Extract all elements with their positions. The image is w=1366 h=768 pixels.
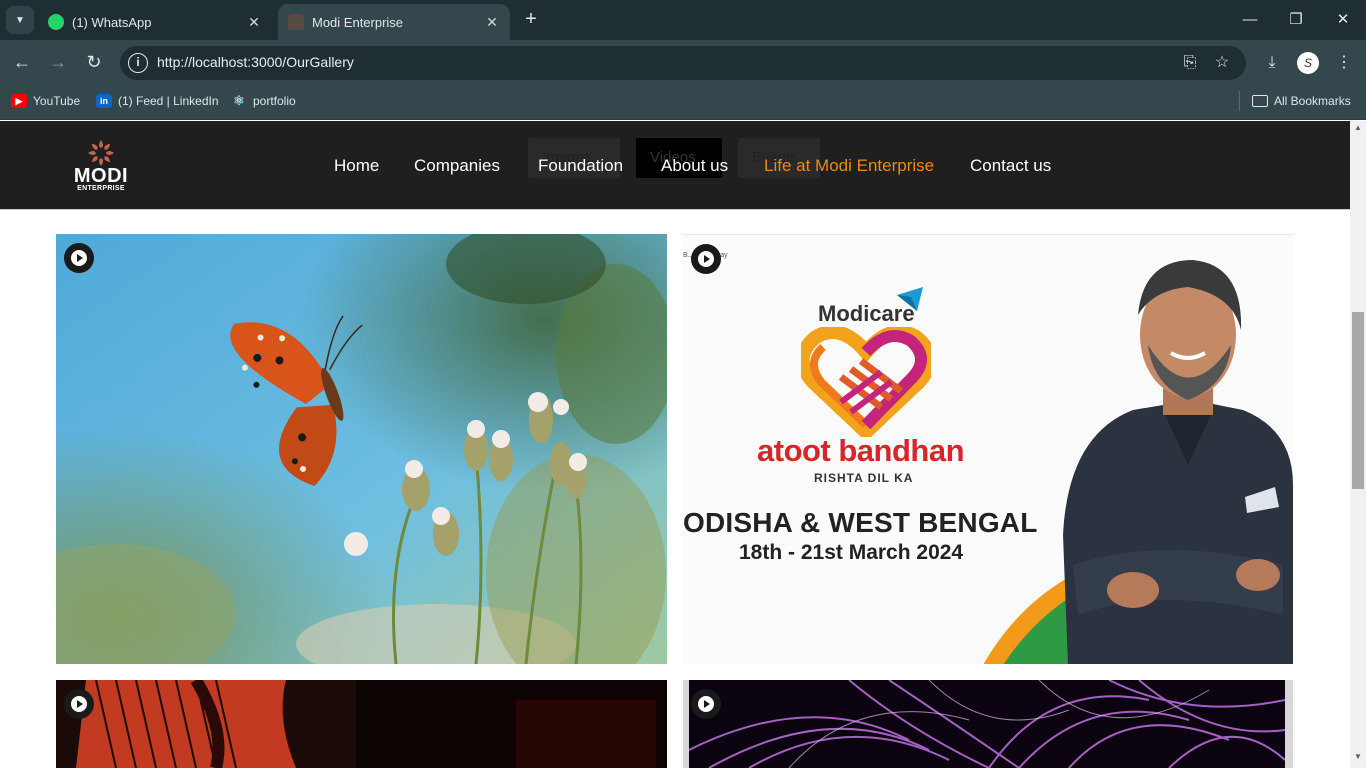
tab-modi-enterprise[interactable]: Modi Enterprise ✕	[278, 4, 510, 40]
chevron-down-icon: ▼	[15, 14, 25, 26]
video-card-atoot-bandhan[interactable]: B... The ...way Modicare atoot bandhan R…	[683, 234, 1293, 664]
bookmark-label: YouTube	[33, 94, 81, 108]
all-bookmarks-label: All Bookmarks	[1274, 94, 1351, 108]
nav-home[interactable]: Home	[334, 156, 379, 176]
bookmark-youtube[interactable]: ▶ YouTube	[11, 92, 80, 110]
nav-foundation[interactable]: Foundation	[538, 156, 623, 176]
star-icon[interactable]: ☆	[1210, 51, 1234, 75]
modicare-logo-icon	[897, 287, 923, 311]
play-icon[interactable]	[64, 689, 94, 719]
nav-companies[interactable]: Companies	[414, 156, 500, 176]
react-icon: ⚛	[233, 93, 245, 108]
tab-whatsapp[interactable]: (1) WhatsApp ✕	[38, 4, 272, 40]
linkedin-icon: in	[96, 94, 112, 108]
page-viewport: Images Videos Events MODI ENTERPRISE Hom…	[0, 121, 1350, 768]
play-icon[interactable]	[64, 243, 94, 273]
tab-title: (1) WhatsApp	[72, 14, 152, 30]
menu-kebab-icon[interactable]: ⋮	[1332, 51, 1356, 75]
install-app-icon[interactable]: ⎘	[1178, 51, 1202, 75]
person-portrait	[983, 260, 1293, 664]
tab-title: Modi Enterprise	[312, 14, 404, 30]
site-header: Images Videos Events MODI ENTERPRISE Hom…	[0, 121, 1350, 210]
atoot-bandhan-title: atoot bandhan	[757, 433, 965, 468]
download-icon[interactable]: ⤓	[1260, 51, 1284, 75]
site-logo[interactable]: MODI ENTERPRISE	[72, 139, 130, 195]
reload-icon[interactable]: ↻	[82, 50, 106, 74]
bookmarks-divider	[1239, 91, 1240, 111]
bookmark-linkedin[interactable]: in (1) Feed | LinkedIn	[96, 92, 219, 110]
video-card-purple-abstract[interactable]	[683, 680, 1293, 768]
back-arrow-icon[interactable]: ←	[10, 50, 34, 74]
logo-mark-icon	[88, 140, 114, 166]
forward-arrow-icon[interactable]: →	[46, 50, 70, 74]
minimize-icon[interactable]: —	[1238, 8, 1262, 32]
bookmark-portfolio[interactable]: ⚛ portfolio	[231, 92, 296, 110]
atoot-bandhan-heart-icon	[801, 327, 931, 437]
tab-search-button[interactable]: ▼	[6, 6, 34, 34]
header-divider	[0, 209, 1350, 210]
all-bookmarks[interactable]: All Bookmarks	[1252, 92, 1351, 110]
logo-subtitle: ENTERPRISE	[77, 185, 125, 192]
red-abstract-thumbnail	[56, 680, 667, 768]
whatsapp-icon	[48, 14, 64, 30]
video-card-butterfly[interactable]	[56, 234, 667, 664]
close-icon[interactable]: ✕	[246, 14, 262, 30]
atoot-bandhan-subtitle: RISHTA DIL KA	[814, 471, 914, 485]
profile-avatar[interactable]: S	[1297, 52, 1319, 74]
event-dates: 18th - 21st March 2024	[739, 541, 964, 564]
modi-favicon	[288, 14, 304, 30]
new-tab-button[interactable]: +	[520, 9, 542, 31]
purple-abstract-thumbnail	[689, 680, 1285, 768]
play-icon[interactable]	[691, 689, 721, 719]
nav-life-at-modi[interactable]: Life at Modi Enterprise	[764, 156, 934, 176]
youtube-icon: ▶	[11, 94, 27, 108]
bookmark-label: (1) Feed | LinkedIn	[118, 94, 219, 108]
play-icon[interactable]	[691, 244, 721, 274]
nav-contact-us[interactable]: Contact us	[970, 156, 1051, 176]
butterfly-thumbnail	[56, 234, 667, 664]
folder-icon	[1252, 95, 1268, 107]
video-card-red-abstract[interactable]	[56, 680, 667, 768]
site-info-icon[interactable]: i	[128, 53, 148, 73]
scroll-up-arrow-icon[interactable]: ▲	[1350, 123, 1366, 135]
scrollbar-thumb[interactable]	[1352, 312, 1364, 489]
bookmark-label: portfolio	[253, 94, 296, 108]
nav-about-us[interactable]: About us	[661, 156, 728, 176]
restore-icon[interactable]: ❐	[1284, 8, 1308, 32]
logo-name: MODI	[73, 165, 129, 187]
url-text[interactable]: http://localhost:3000/OurGallery	[157, 54, 354, 70]
scroll-down-arrow-icon[interactable]: ▼	[1350, 752, 1366, 764]
window-close-icon[interactable]: ✕	[1331, 8, 1355, 32]
close-icon[interactable]: ✕	[484, 14, 500, 30]
